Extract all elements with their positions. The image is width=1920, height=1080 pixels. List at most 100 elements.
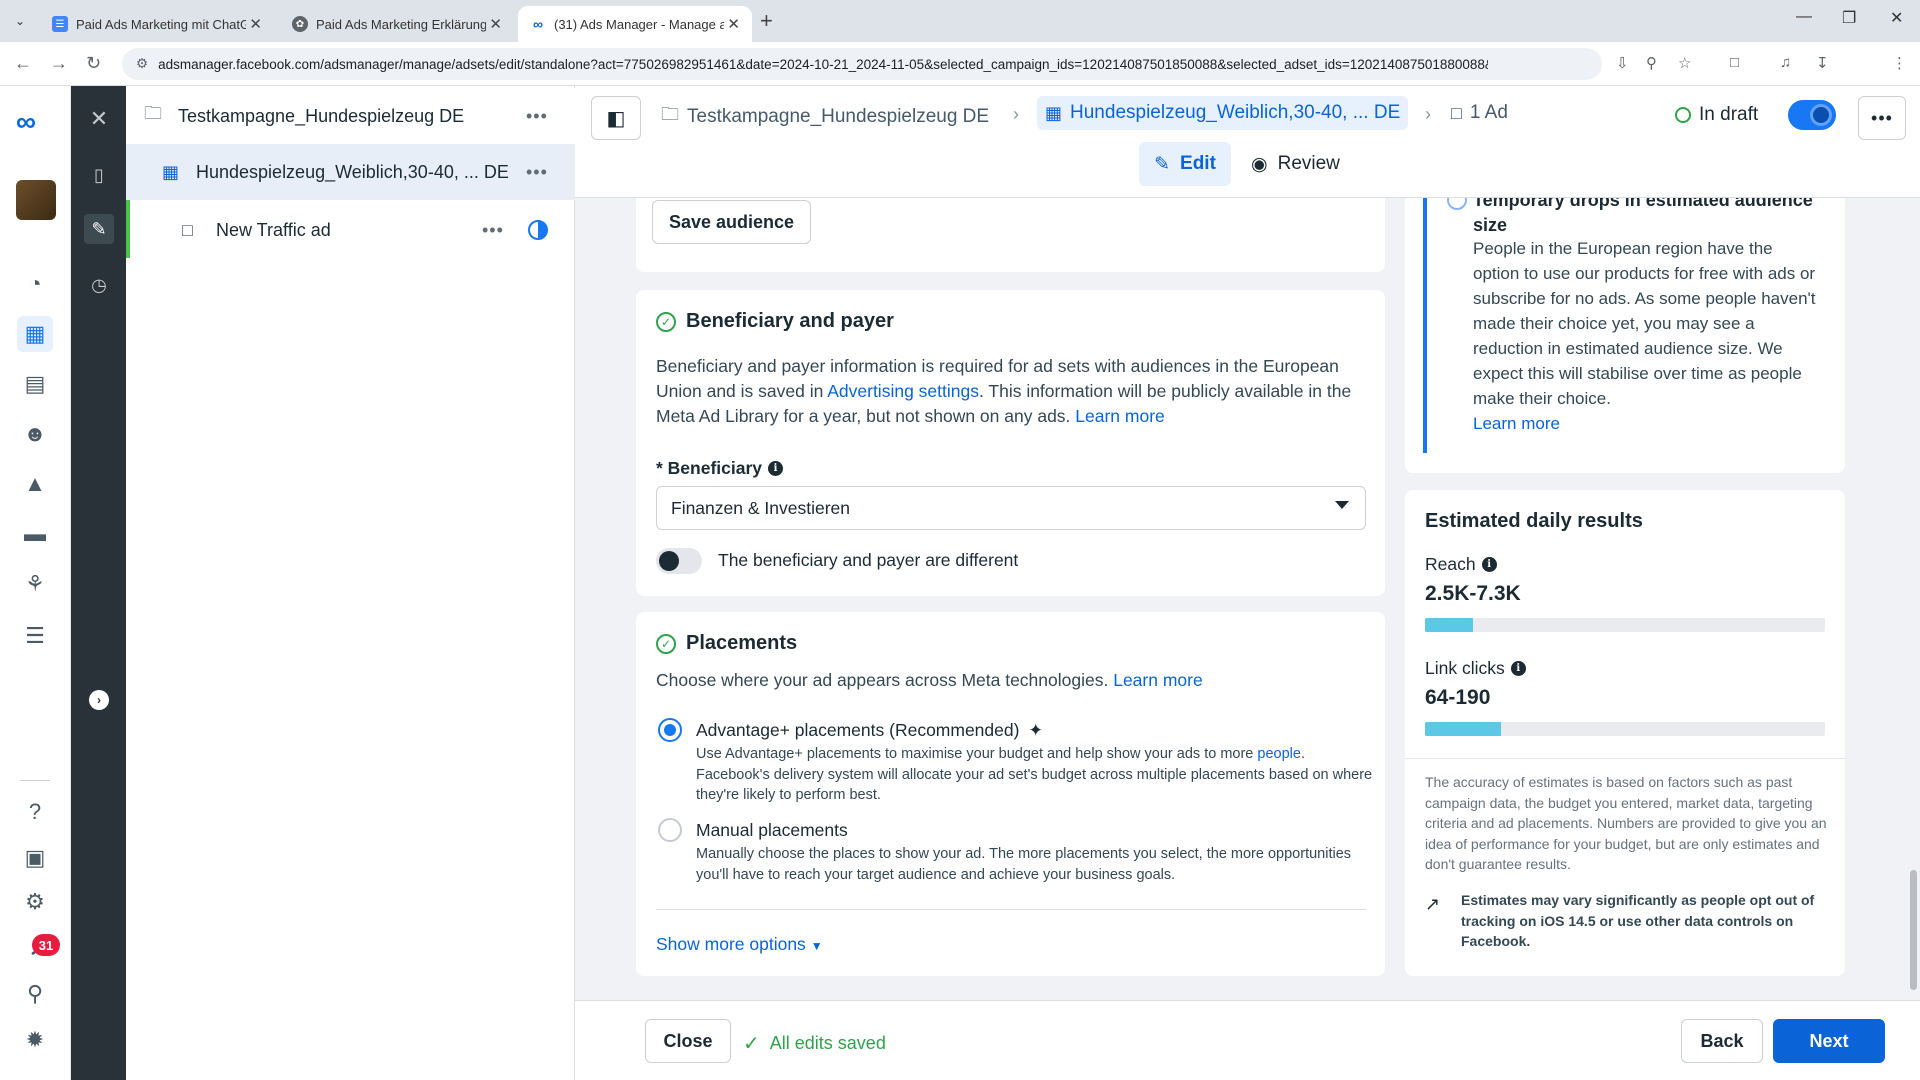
tab-search-chevron-icon[interactable]: ⌄ [8,10,32,32]
minimize-icon[interactable]: — [1796,8,1812,26]
tree-item-adset[interactable]: ▦ Hundespielzeug_Weiblich,30-40, ... DE … [126,144,575,200]
browser-tab-3-active[interactable]: ∞ (31) Ads Manager - Manage ads ✕ [518,6,752,42]
reload-icon[interactable]: ↻ [86,53,101,74]
reach-value: 2.5K-7.3K [1425,582,1521,605]
placements-divider [656,909,1366,910]
editor-main: Save audience ✓ Beneficiary and payer Be… [575,198,1920,1000]
back-button[interactable]: Back [1681,1019,1763,1063]
megaphone-icon[interactable]: ▲ [17,466,53,502]
edit-pencil-icon[interactable]: ✎ [84,214,114,244]
tree-item-ad[interactable]: □ New Traffic ad ••• [126,202,575,258]
url-field[interactable]: ⚙ adsmanager.facebook.com/adsmanager/man… [122,48,1602,80]
tab-title: Paid Ads Marketing Erklärung [316,16,486,32]
app-nav-rail: ∞ ◔ ▦ ▤ ☻ ▲ ▬ ⚘ ☰ ? ▣ ⚙ ♪ 31 ⚲ ✹ [0,86,71,1080]
more-options-icon[interactable]: ••• [526,106,548,127]
all-tools-menu-icon[interactable]: ☰ [17,618,53,654]
browser-tab-2[interactable]: ✿ Paid Ads Marketing Erklärung ✕ [280,6,514,42]
learn-more-link[interactable]: Learn more [1075,406,1165,426]
media-icon[interactable]: ♫ [1780,54,1791,71]
install-icon[interactable]: ⇩ [1616,54,1629,72]
doc-icon: ☰ [52,16,68,32]
info-icon[interactable]: i [768,461,784,476]
history-clock-icon[interactable]: ◷ [84,270,114,300]
help-icon[interactable]: ? [17,794,53,830]
toggle-panel-icon[interactable]: ◧ [591,96,641,140]
estimated-daily-results-card: Estimated daily results Reach i 2.5K-7.3… [1405,490,1845,976]
settings-gear-icon[interactable]: ⚙ [17,884,53,920]
report-icon[interactable]: ▣ [17,840,53,876]
beneficiary-payer-different-switch[interactable] [656,548,702,574]
more-options-icon[interactable]: ••• [482,220,504,241]
accuracy-note: The accuracy of estimates is based on fa… [1425,774,1827,872]
dashboard-gauge-icon[interactable]: ◔ [17,266,53,302]
ads-manager-table-icon[interactable]: ▦ [17,316,53,352]
audiences-icon[interactable]: ☻ [17,416,53,452]
pages-icon[interactable]: ▤ [17,366,53,402]
close-window-icon[interactable]: ✕ [1890,8,1903,28]
bug-report-icon[interactable]: ✹ [17,1022,53,1058]
scrollbar-thumb[interactable] [1910,870,1917,990]
close-tab-icon[interactable]: ✕ [489,15,502,33]
estimates-title: Estimated daily results [1425,510,1643,532]
breadcrumb-adset[interactable]: ▦ Hundespielzeug_Weiblich,30-40, ... DE [1037,96,1409,130]
eye-icon: ◉ [1251,153,1268,175]
notice-learn-more-link[interactable]: Learn more [1473,414,1560,433]
ad-page-icon: □ [1451,102,1462,123]
meta-logo-icon[interactable]: ∞ [16,106,36,138]
review-mode-tab[interactable]: ◉ Review [1251,142,1340,186]
business-tools-icon[interactable]: ⚘ [17,566,53,602]
advantage-placements-radio[interactable] [658,718,682,742]
tree-item-campaign[interactable]: 🗀 Testkampagne_Hundespielzeug DE ••• [126,88,575,144]
close-button[interactable]: Close [645,1019,731,1063]
account-avatar[interactable] [16,180,56,220]
extensions-icon[interactable]: □ [1730,54,1739,71]
header-more-button[interactable]: ••• [1858,96,1906,140]
save-audience-button[interactable]: Save audience [652,200,811,244]
openai-icon: ✿ [292,16,308,32]
manual-placements-radio[interactable] [658,818,682,842]
meta-icon: ∞ [533,16,543,32]
caret-down-icon: ▼ [810,939,823,953]
beneficiary-select[interactable]: Finanzen & Investieren [656,486,1366,530]
breadcrumb-ad[interactable]: □ 1 Ad [1451,102,1508,124]
manual-placements-title: Manual placements [696,820,848,840]
section-title-text: Placements [686,632,798,654]
info-icon[interactable]: i [1481,557,1497,572]
performance-chart-icon[interactable]: ▯ [84,160,114,190]
scrollbar[interactable] [1907,198,1920,1000]
restore-icon[interactable]: ❐ [1842,8,1856,28]
breadcrumb-campaign[interactable]: 🗀 Testkampagne_Hundespielzeug DE [661,102,989,132]
close-editor-icon[interactable]: ✕ [84,104,114,134]
more-options-icon[interactable]: ••• [526,162,548,183]
site-settings-icon[interactable]: ⚙ [136,56,148,72]
tree-item-label: New Traffic ad [216,219,331,240]
expand-chevron-icon[interactable]: › [89,690,109,710]
notice-body-text: People in the European region have the o… [1473,239,1816,408]
search-icon[interactable]: ⚲ [17,976,53,1012]
info-icon[interactable]: i [1510,661,1526,676]
url-text: adsmanager.facebook.com/adsmanager/manag… [158,56,1489,72]
adset-on-off-toggle[interactable] [1788,100,1836,130]
back-icon[interactable]: ← [14,53,32,74]
advertising-settings-link[interactable]: Advertising settings [827,381,979,401]
forward-icon[interactable]: → [50,53,68,74]
check-circle-icon: ✓ [656,633,676,654]
breadcrumb-label: Testkampagne_Hundespielzeug DE [687,106,990,127]
bookmark-star-icon[interactable]: ☆ [1678,54,1691,72]
billing-card-icon[interactable]: ▬ [17,516,53,552]
show-more-options-link[interactable]: Show more options ▼ [656,934,823,955]
edit-mode-label: Edit [1180,153,1216,174]
new-tab-icon[interactable]: + [760,8,773,34]
downloads-icon[interactable]: ↧ [1816,54,1829,72]
intro-text: Choose where your ad appears across Meta… [656,670,1114,690]
zoom-icon[interactable]: ⚲ [1646,54,1657,72]
edit-mode-tab[interactable]: ✎ Edit [1139,142,1231,186]
editor-side-strip: ✕ ▯ ✎ ◷ › [71,86,126,1080]
browser-menu-icon[interactable]: ⋮ [1892,54,1907,72]
people-link[interactable]: people [1257,746,1301,762]
learn-more-link[interactable]: Learn more [1113,670,1203,690]
next-button[interactable]: Next [1773,1019,1885,1063]
browser-tab-1[interactable]: ☰ Paid Ads Marketing mit ChatGPT ✕ [40,6,274,42]
close-tab-icon[interactable]: ✕ [249,15,262,33]
close-tab-icon[interactable]: ✕ [727,15,740,33]
